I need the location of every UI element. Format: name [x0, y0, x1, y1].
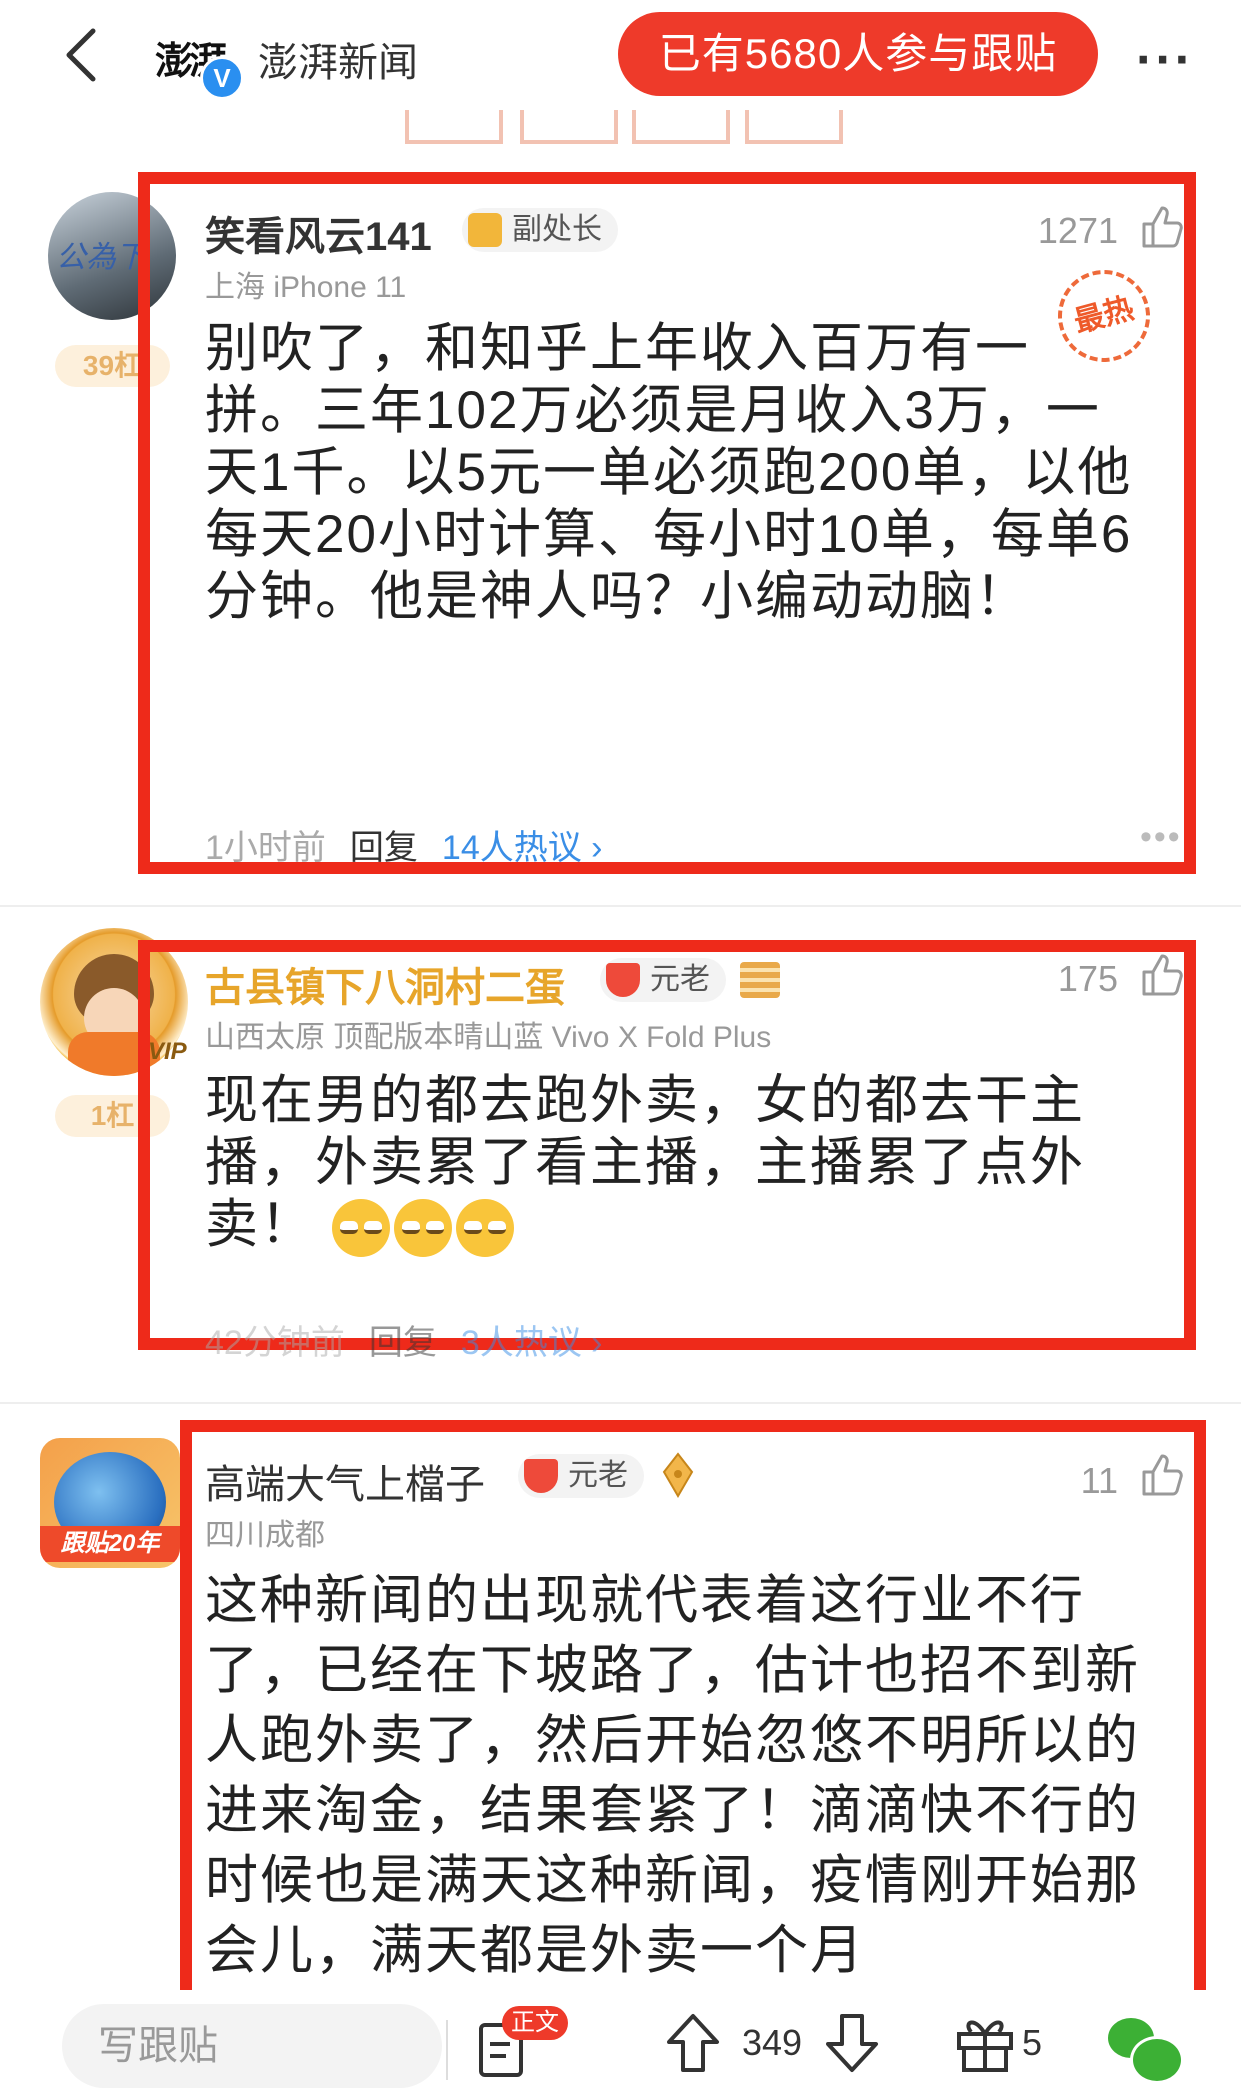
comment-time: 1小时前 [205, 829, 326, 867]
vote-count: 349 [742, 2022, 803, 2063]
book-medal-icon [740, 962, 780, 998]
back-arrow-icon[interactable] [55, 25, 115, 85]
user-location-device: 山西太原 顶配版本晴山蓝 Vivo X Fold Plus [205, 1021, 772, 1054]
verified-badge-icon: V [200, 56, 244, 100]
wechat-bubble [1130, 2036, 1184, 2084]
divider [446, 2020, 448, 2080]
username[interactable]: 高端大气上檔子 [205, 1452, 485, 1510]
participants-button[interactable]: 已有5680人参与跟贴 [618, 12, 1098, 96]
discussion-link[interactable]: 14人热议 › [442, 829, 603, 867]
upvote-arrow-icon[interactable] [665, 2012, 721, 2074]
rolling-eyes-emoji-icon [455, 1199, 514, 1257]
reply-button[interactable]: 回复 [369, 1324, 437, 1362]
level-badge: 副处长 [462, 208, 618, 252]
article-button[interactable]: 正文 [478, 2006, 568, 2078]
comment-body: 这种新闻的出现就代表着这行业不行了，已经在下坡路了，估计也招不到新人跑外卖了，然… [205, 1571, 1140, 1980]
bottom-bar: 写跟贴 正文 349 5 [0, 1990, 1241, 2094]
username[interactable]: 古县镇下八洞村二蛋 [205, 955, 565, 1013]
divider [0, 905, 1241, 907]
rolling-eyes-emoji-icon [393, 1199, 452, 1257]
top-bar: 澎湃 V 澎湃新闻 已有5680人参与跟贴 ··· [0, 0, 1241, 110]
level-badge-icon [524, 1459, 558, 1493]
level-label: 元老 [650, 963, 710, 996]
article-badge: 正文 [502, 2006, 568, 2040]
comment-input[interactable]: 写跟贴 [62, 2004, 442, 2088]
level-label: 副处长 [512, 213, 602, 246]
thumbs-up-icon[interactable] [1140, 204, 1186, 250]
source-name[interactable]: 澎湃新闻 [258, 30, 418, 88]
user-avatar[interactable]: 跟贴20年 [40, 1438, 180, 1568]
comment-time: 42分钟前 [205, 1324, 345, 1362]
cropped-title-fragment [745, 110, 843, 144]
gift-icon[interactable] [955, 2012, 1015, 2074]
rolling-eyes-emoji-icon [331, 1199, 390, 1257]
comment-footer: 1小时前 回复 14人热议 › [205, 820, 603, 869]
gift-count: 5 [1022, 2022, 1043, 2063]
discussion-link[interactable]: 3人热议 › [461, 1324, 603, 1362]
cropped-title-fragment [405, 110, 503, 144]
like-count: 1271 [1037, 210, 1118, 251]
level-badge-icon [468, 213, 502, 247]
comment-body: 现在男的都去跑外卖，女的都去干主播，外卖累了看主播，主播累了点外卖！ [205, 1070, 1135, 1257]
like-count: 11 [1080, 1460, 1118, 1501]
more-options-icon[interactable]: ··· [1136, 30, 1194, 90]
reply-button[interactable]: 回复 [350, 829, 418, 867]
cropped-title-fragment [632, 110, 730, 144]
username[interactable]: 笑看风云141 [205, 204, 432, 262]
pen-medal-icon [662, 1452, 694, 1498]
cropped-title-fragment [520, 110, 618, 144]
comment-body: 别吹了，和知乎上年收入百万有一拼。三年102万必须是月收入3万，一天1千。以5元… [205, 319, 1133, 626]
user-location-device: 四川成都 [205, 1519, 325, 1552]
like-count: 175 [1057, 958, 1118, 999]
user-location-device: 上海 iPhone 11 [205, 271, 407, 304]
level-badge-icon [606, 963, 640, 997]
comment-footer: 42分钟前 回复 3人热议 › [205, 1315, 603, 1364]
wechat-share-icon[interactable] [1108, 2014, 1184, 2084]
divider [0, 1402, 1241, 1404]
thumbs-up-icon[interactable] [1140, 952, 1186, 998]
downvote-arrow-icon[interactable] [824, 2012, 880, 2074]
level-badge: 元老 [518, 1454, 644, 1498]
level-label: 元老 [568, 1459, 628, 1492]
comment-more-icon[interactable]: ••• [1140, 818, 1182, 857]
avatar-caption: 跟贴20年 [40, 1526, 180, 1562]
thumbs-up-icon[interactable] [1140, 1452, 1186, 1498]
level-badge: 元老 [600, 958, 726, 1002]
avatar-art: 公為下 [56, 240, 146, 275]
